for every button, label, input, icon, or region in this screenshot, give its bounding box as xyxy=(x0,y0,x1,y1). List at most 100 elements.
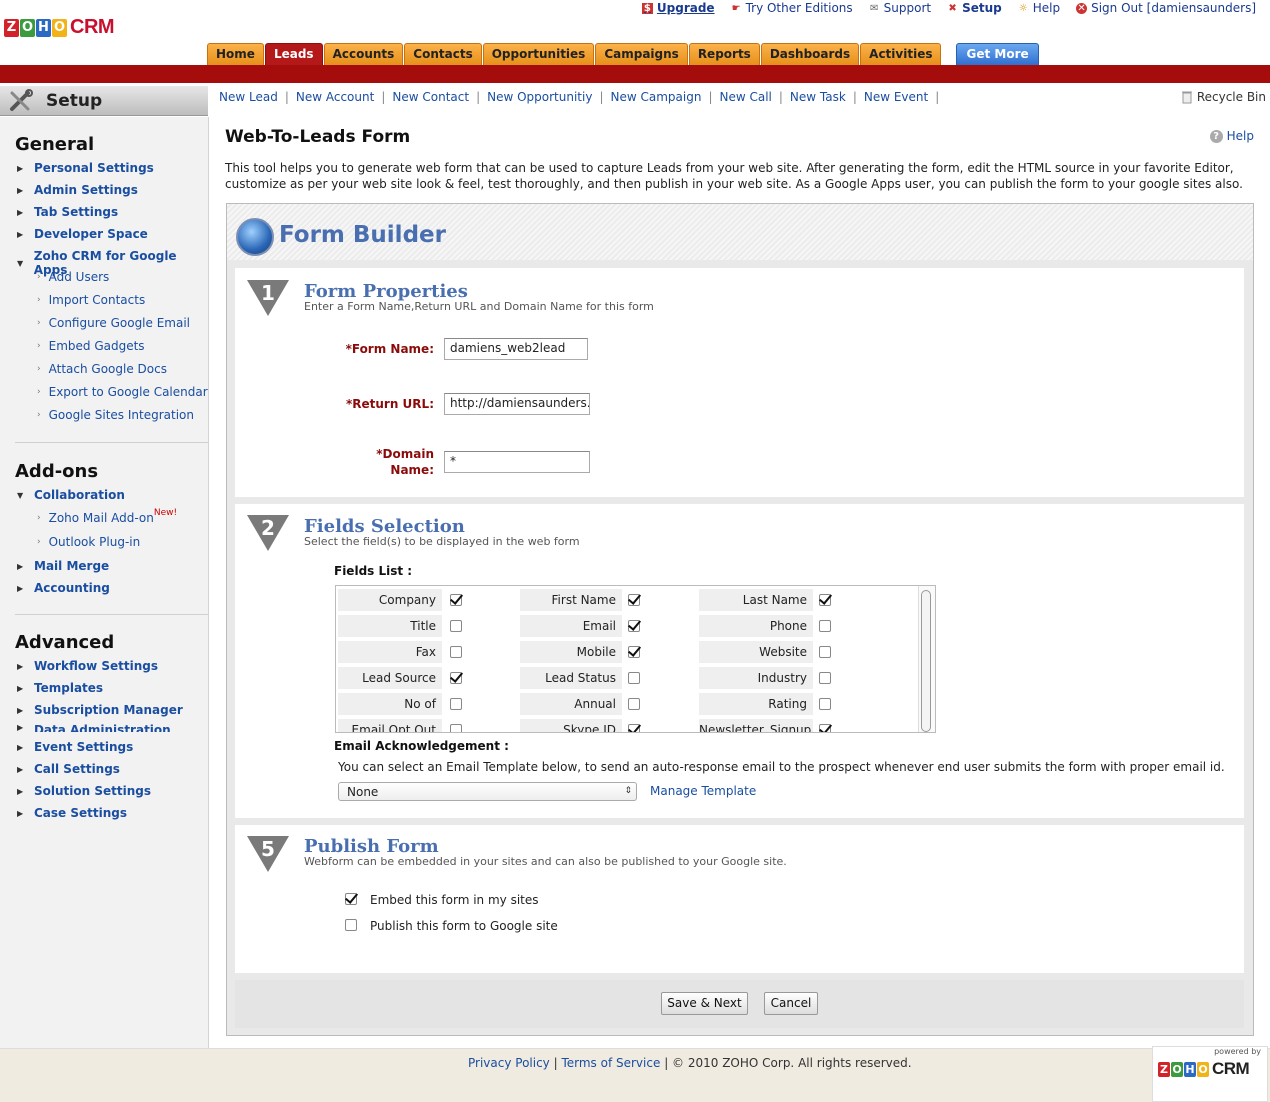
sidebar-subitem-configure-google-email[interactable]: › Configure Google Email xyxy=(37,316,190,330)
field-checkbox[interactable] xyxy=(628,672,640,684)
tab-opportunities[interactable]: Opportunities xyxy=(482,43,595,65)
sidebar-item-subscription-manager[interactable]: ▶ Subscription Manager xyxy=(17,703,183,717)
field-label: Phone xyxy=(699,615,813,637)
footer-links: Privacy Policy | Terms of Service | © 20… xyxy=(468,1056,912,1070)
sidebar-item-templates[interactable]: ▶ Templates xyxy=(17,681,103,695)
sidebar-subitem-label: Import Contacts xyxy=(48,293,146,307)
sidebar-item-tab-settings[interactable]: ▶ Tab Settings xyxy=(17,205,118,219)
fields-list[interactable]: Company First Name Last Name Title Email Phon… xyxy=(335,585,936,733)
tab-reports[interactable]: Reports xyxy=(688,43,760,65)
sidebar-subitem-outlook-plugin[interactable]: › Outlook Plug-in xyxy=(37,535,140,549)
field-checkbox[interactable] xyxy=(450,724,462,732)
sidebar-item-solution-settings[interactable]: ▶ Solution Settings xyxy=(17,784,151,798)
field-checkbox[interactable] xyxy=(819,672,831,684)
field-checkbox[interactable] xyxy=(450,698,462,710)
field-checkbox[interactable] xyxy=(819,646,831,658)
new-call-link[interactable]: New Call xyxy=(719,90,771,104)
tab-contacts[interactable]: Contacts xyxy=(404,43,482,65)
privacy-policy-link[interactable]: Privacy Policy xyxy=(468,1056,550,1070)
save-next-button[interactable]: Save & Next xyxy=(661,992,748,1015)
new-campaign-link[interactable]: New Campaign xyxy=(611,90,702,104)
sidebar-item-accounting[interactable]: ▶ Accounting xyxy=(17,581,110,595)
field-checkbox[interactable] xyxy=(450,646,462,658)
collapse-arrow-icon: ▼ xyxy=(17,258,24,268)
return-url-input[interactable]: http://damiensaunders.c xyxy=(444,393,590,415)
get-more-button[interactable]: Get More xyxy=(956,43,1039,65)
sidebar-item-developer-space[interactable]: ▶ Developer Space xyxy=(17,227,148,241)
new-opportunity-link[interactable]: New Opportunitiy xyxy=(487,90,592,104)
new-lead-link[interactable]: New Lead xyxy=(219,90,278,104)
domain-name-input[interactable]: * xyxy=(444,451,590,473)
manage-template-link[interactable]: Manage Template xyxy=(650,784,756,798)
separator: | xyxy=(599,90,604,104)
help-link[interactable]: ? Help xyxy=(1209,129,1254,143)
field-label: Skype ID xyxy=(520,719,622,732)
new-contact-link[interactable]: New Contact xyxy=(392,90,469,104)
field-checkbox[interactable] xyxy=(628,620,640,632)
tab-home[interactable]: Home xyxy=(207,43,264,65)
sidebar-item-personal-settings[interactable]: ▶ Personal Settings xyxy=(17,161,154,175)
logo-crm-text: CRM xyxy=(1212,1059,1250,1078)
sidebar-subitem-embed-gadgets[interactable]: › Embed Gadgets xyxy=(37,339,145,353)
form-name-input[interactable]: damiens_web2lead xyxy=(444,338,588,360)
try-other-editions-link[interactable]: ☛ Try Other Editions xyxy=(731,1,853,15)
sidebar-item-case-settings[interactable]: ▶ Case Settings xyxy=(17,806,127,820)
sidebar-item-mail-merge[interactable]: ▶ Mail Merge xyxy=(17,559,109,573)
field-checkbox[interactable] xyxy=(450,594,462,606)
sidebar-subitem-import-contacts[interactable]: › Import Contacts xyxy=(37,293,145,307)
field-checkbox[interactable] xyxy=(450,672,462,684)
sidebar-item-workflow-settings[interactable]: ▶ Workflow Settings xyxy=(17,659,158,673)
field-checkbox[interactable] xyxy=(628,724,640,732)
new-event-link[interactable]: New Event xyxy=(864,90,928,104)
sidebar-item-event-settings[interactable]: ▶ Event Settings xyxy=(17,740,133,754)
terms-of-service-link[interactable]: Terms of Service xyxy=(561,1056,660,1070)
tab-campaigns[interactable]: Campaigns xyxy=(595,43,688,65)
support-link[interactable]: ✉ Support xyxy=(869,1,931,15)
powered-by-badge[interactable]: powered by ZOHO CRM xyxy=(1152,1046,1268,1102)
upgrade-link[interactable]: $ Upgrade xyxy=(641,1,715,15)
separator: | xyxy=(284,90,289,104)
field-checkbox[interactable] xyxy=(819,620,831,632)
field-checkbox[interactable] xyxy=(819,724,831,732)
cancel-button[interactable]: Cancel xyxy=(764,992,818,1015)
field-checkbox[interactable] xyxy=(450,620,462,632)
field-checkbox[interactable] xyxy=(628,594,640,606)
setup-link[interactable]: ✖ Setup xyxy=(947,1,1001,15)
new-account-link[interactable]: New Account xyxy=(296,90,374,104)
recycle-bin-link[interactable]: Recycle Bin xyxy=(1181,86,1266,108)
step-1-badge: 1 xyxy=(247,280,289,316)
help-link-top[interactable]: ☼ Help xyxy=(1018,1,1060,15)
sidebar-item-label: Workflow Settings xyxy=(34,659,158,673)
publish-google-checkbox[interactable] xyxy=(345,919,357,931)
email-ack-label: Email Acknowledgement : xyxy=(334,739,509,753)
field-checkbox[interactable] xyxy=(628,646,640,658)
email-template-select[interactable]: None ⇕ xyxy=(338,782,637,801)
sign-out-link[interactable]: ✕ Sign Out [damiensaunders] xyxy=(1076,1,1256,15)
tab-activities[interactable]: Activities xyxy=(860,43,942,65)
embed-form-checkbox[interactable] xyxy=(345,893,357,905)
form-builder-globe-icon xyxy=(236,218,274,256)
new-task-link[interactable]: New Task xyxy=(790,90,846,104)
sidebar-item-label: Case Settings xyxy=(34,806,128,820)
sidebar-item-collaboration[interactable]: ▼ Collaboration xyxy=(17,488,125,502)
field-checkbox[interactable] xyxy=(819,698,831,710)
step-5-subtitle: Webform can be embedded in your sites an… xyxy=(304,855,787,868)
sidebar-subitem-attach-google-docs[interactable]: › Attach Google Docs xyxy=(37,362,167,376)
tab-leads[interactable]: Leads xyxy=(264,43,323,65)
field-checkbox[interactable] xyxy=(819,594,831,606)
top-links: $ Upgrade ☛ Try Other Editions ✉ Support ✖ S… xyxy=(641,0,1256,16)
sidebar-subitem-add-users[interactable]: › Add Users xyxy=(37,270,109,284)
field-label: Newsletter_Signup xyxy=(699,719,813,732)
zoho-crm-logo[interactable]: ZOHO CRM xyxy=(4,16,134,46)
sidebar-item-call-settings[interactable]: ▶ Call Settings xyxy=(17,762,120,776)
chevron-right-icon: › xyxy=(37,341,41,351)
tab-dashboards[interactable]: Dashboards xyxy=(760,43,860,65)
sidebar-item-admin-settings[interactable]: ▶ Admin Settings xyxy=(17,183,138,197)
field-checkbox[interactable] xyxy=(628,698,640,710)
sidebar-item-data-administration[interactable]: ▶ Data Administration Tools xyxy=(17,723,208,732)
tab-accounts[interactable]: Accounts xyxy=(323,43,404,65)
scrollbar-thumb[interactable] xyxy=(921,590,931,732)
sidebar-subitem-zoho-mail-addon[interactable]: › Zoho Mail Add-on New! xyxy=(37,508,177,525)
sidebar-subitem-google-sites[interactable]: › Google Sites Integration xyxy=(37,408,194,422)
sidebar-subitem-export-google-calendar[interactable]: › Export to Google Calendar xyxy=(37,385,208,399)
